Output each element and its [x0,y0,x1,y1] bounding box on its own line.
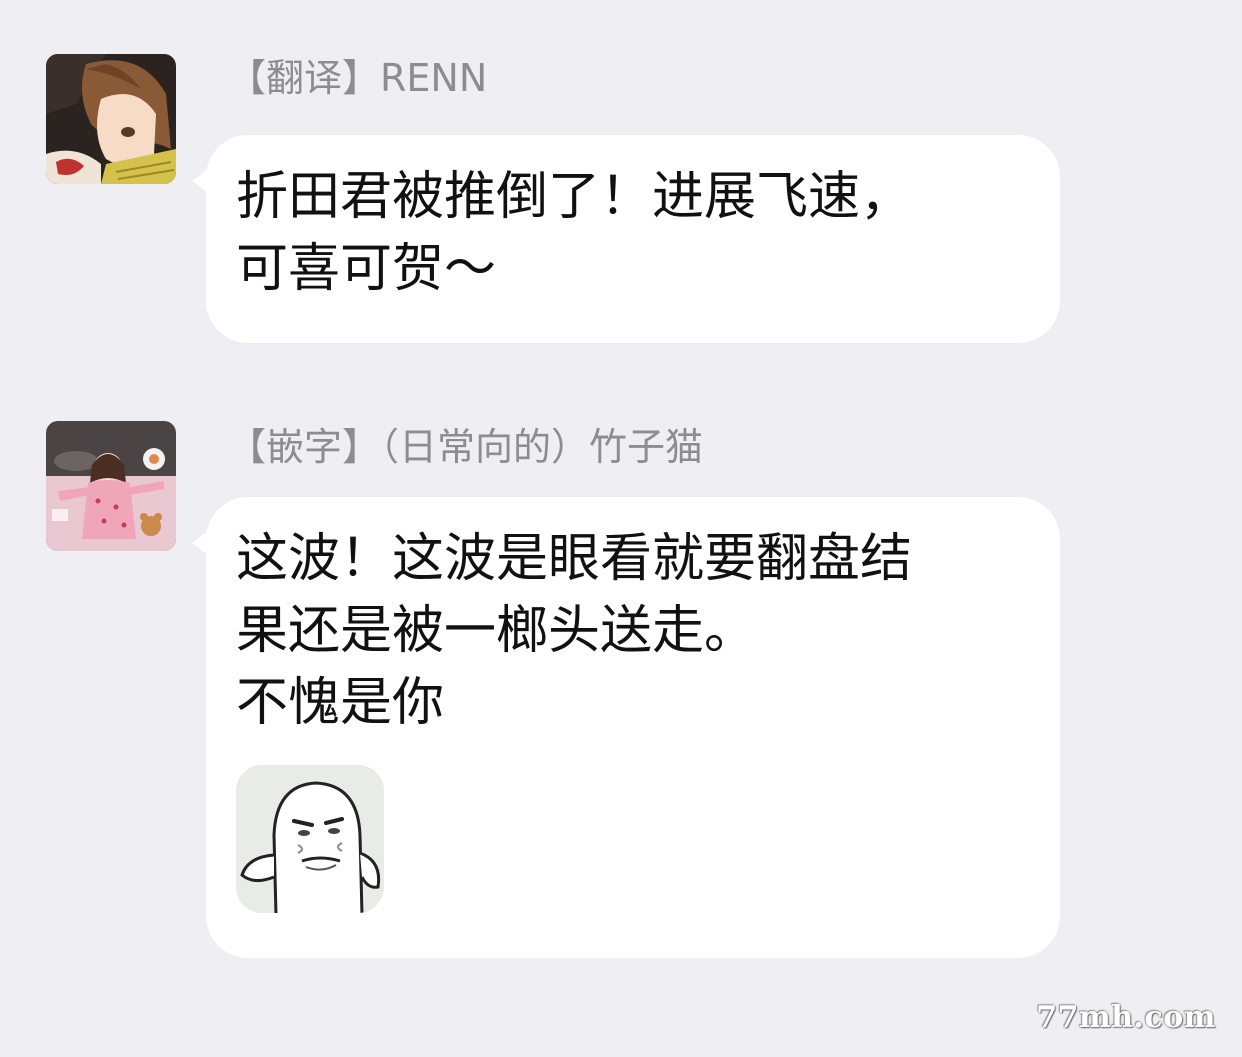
sender-name: 【翻译】RENN [228,56,488,100]
sender-name: 【嵌字】（日常向的）竹子猫 [228,425,704,469]
anime-boy-avatar-icon [46,54,176,184]
avatar-renn[interactable] [46,54,176,184]
bubble-tail [192,531,208,555]
message-line: 可喜可贺～ [236,239,497,299]
message-line: 果还是被一榔头送走。 [236,601,757,661]
girl-in-bed-avatar-icon [46,421,176,551]
smug-blob-sticker[interactable] [236,765,384,913]
message-bubble[interactable]: 这波！这波是眼看就要翻盘结 果还是被一榔头送走。 不愧是你 [192,497,1060,958]
message-line: 这波！这波是眼看就要翻盘结 [236,529,913,589]
bubble-tail [192,169,208,193]
message-bubble[interactable]: 折田君被推倒了！进展飞速， 可喜可贺～ [192,135,1060,343]
watermark: 77mh.com [1036,1000,1216,1035]
message-line: 折田君被推倒了！进展飞速， [236,167,913,227]
smug-blob-sticker-icon [236,765,384,913]
message-line: 不愧是你 [236,673,445,733]
avatar-zhuzimao[interactable] [46,421,176,551]
